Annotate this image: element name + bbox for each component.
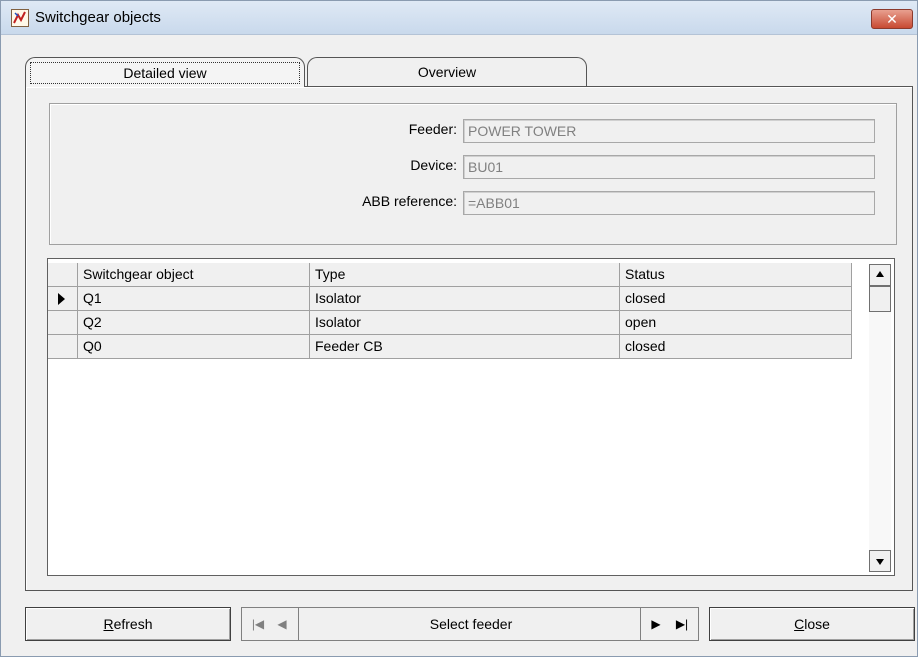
cell-status[interactable]: closed bbox=[620, 287, 852, 311]
column-header-type[interactable]: Type bbox=[310, 263, 620, 287]
scroll-down-button[interactable] bbox=[869, 550, 891, 572]
device-value: BU01 bbox=[468, 159, 504, 175]
arrow-up-icon bbox=[876, 271, 884, 277]
row-indicator-cell[interactable] bbox=[48, 335, 78, 359]
column-header-switchgear-object[interactable]: Switchgear object bbox=[78, 263, 310, 287]
next-record-icon[interactable]: ▶ bbox=[644, 612, 668, 636]
feeder-field[interactable]: POWER TOWER bbox=[463, 119, 875, 143]
table-row[interactable]: Q2 Isolator open bbox=[48, 311, 852, 335]
device-field[interactable]: BU01 bbox=[463, 155, 875, 179]
scroll-up-button[interactable] bbox=[869, 264, 891, 286]
header-indicator-cell bbox=[48, 263, 78, 287]
vertical-scrollbar[interactable] bbox=[869, 264, 891, 572]
device-label: Device: bbox=[410, 157, 457, 173]
abb-reference-value: =ABB01 bbox=[468, 195, 520, 211]
select-feeder-button[interactable]: Select feeder bbox=[302, 608, 640, 640]
refresh-accelerator: R bbox=[103, 616, 114, 632]
first-record-icon[interactable]: |◀ bbox=[246, 612, 270, 636]
tab-detailed-view-label: Detailed view bbox=[30, 62, 300, 84]
last-record-icon[interactable]: ▶| bbox=[670, 612, 694, 636]
refresh-label: efresh bbox=[113, 616, 153, 632]
divider bbox=[640, 608, 641, 640]
cell-status[interactable]: open bbox=[620, 311, 852, 335]
column-header-status[interactable]: Status bbox=[620, 263, 852, 287]
current-row-arrow-icon bbox=[58, 293, 65, 305]
cell-object[interactable]: Q0 bbox=[78, 335, 310, 359]
cell-type[interactable]: Isolator bbox=[310, 311, 620, 335]
window-title: Switchgear objects bbox=[35, 9, 161, 26]
abb-reference-label: ABB reference: bbox=[362, 193, 457, 209]
close-button[interactable]: Close bbox=[709, 607, 915, 641]
tab-detailed-view[interactable]: Detailed view bbox=[25, 57, 305, 87]
table-row[interactable]: Q1 Isolator closed bbox=[48, 287, 852, 311]
divider bbox=[298, 608, 299, 640]
feeder-navigator: |◀ ◀ Select feeder ▶ ▶| bbox=[241, 607, 699, 641]
cell-status[interactable]: closed bbox=[620, 335, 852, 359]
arrow-down-icon bbox=[876, 559, 884, 565]
cell-object[interactable]: Q2 bbox=[78, 311, 310, 335]
switchgear-objects-window: Switchgear objects ✕ Overview Detailed v… bbox=[0, 0, 918, 657]
row-indicator-cell[interactable] bbox=[48, 287, 78, 311]
previous-record-icon[interactable]: ◀ bbox=[270, 612, 294, 636]
grid-header-row: Switchgear object Type Status bbox=[48, 263, 852, 287]
table-row[interactable]: Q0 Feeder CB closed bbox=[48, 335, 852, 359]
tab-overview-label: Overview bbox=[417, 64, 477, 80]
close-label: lose bbox=[804, 616, 830, 632]
feeder-label: Feeder: bbox=[408, 121, 457, 137]
feeder-value: POWER TOWER bbox=[468, 123, 577, 139]
app-icon bbox=[11, 9, 29, 27]
cell-type[interactable]: Isolator bbox=[310, 287, 620, 311]
abb-reference-field[interactable]: =ABB01 bbox=[463, 191, 875, 215]
refresh-button[interactable]: Refresh bbox=[25, 607, 231, 641]
switchgear-grid[interactable]: Switchgear object Type Status Q1 Isolato… bbox=[47, 258, 895, 576]
cell-object[interactable]: Q1 bbox=[78, 287, 310, 311]
scroll-thumb[interactable] bbox=[869, 286, 891, 312]
close-icon: ✕ bbox=[886, 11, 898, 27]
close-accelerator: C bbox=[794, 616, 805, 632]
tab-overview[interactable]: Overview bbox=[307, 57, 587, 87]
title-bar[interactable]: Switchgear objects ✕ bbox=[1, 1, 917, 35]
close-window-button[interactable]: ✕ bbox=[871, 9, 913, 29]
row-indicator-cell[interactable] bbox=[48, 311, 78, 335]
cell-type[interactable]: Feeder CB bbox=[310, 335, 620, 359]
